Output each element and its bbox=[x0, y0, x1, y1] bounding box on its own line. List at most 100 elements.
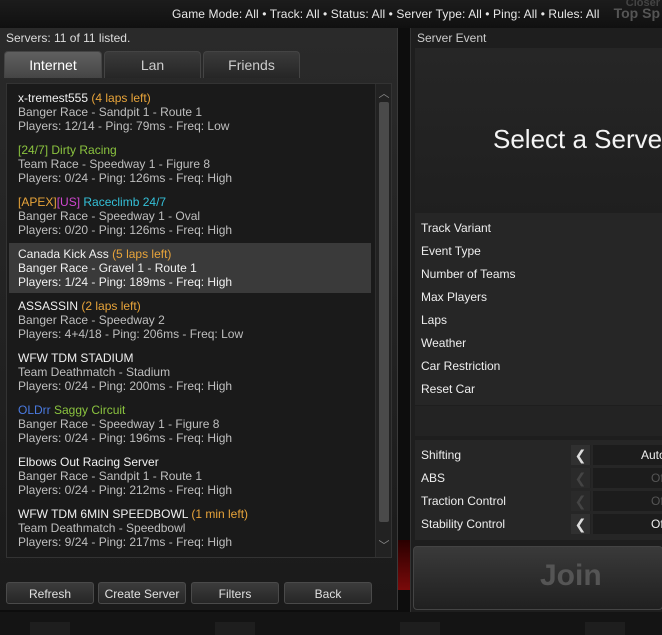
chevron-left-icon: ❮ bbox=[571, 468, 591, 488]
info-weather: Weather bbox=[421, 336, 467, 350]
server-list-item[interactable]: ASSASSIN (2 laps left) Banger Race - Spee… bbox=[9, 295, 371, 345]
chevron-left-icon: ❮ bbox=[571, 491, 591, 511]
server-details: Banger Race - Speedway 2 bbox=[18, 313, 165, 327]
server-list-item[interactable]: Canada Kick Ass (5 laps left) Banger Race… bbox=[9, 243, 371, 293]
server-name-part: Canada Kick Ass bbox=[18, 247, 113, 261]
server-status: Players: 1/24 - Ping: 189ms - Freq: High bbox=[18, 275, 233, 289]
scrollbar[interactable]: ︿ ﹀ bbox=[375, 84, 391, 557]
background-accent bbox=[398, 540, 410, 590]
server-status: Players: 9/24 - Ping: 217ms - Freq: High bbox=[18, 535, 233, 549]
server-name-part: (1 min left) bbox=[191, 507, 249, 521]
info-event-type: Event Type bbox=[421, 244, 481, 258]
server-details: Team Deathmatch - Speedbowl bbox=[18, 521, 186, 535]
server-list-item[interactable]: WFW TDM 6MIN SPEEDBOWL (1 min left) Team … bbox=[9, 503, 371, 553]
setting-label: Stability Control bbox=[421, 517, 506, 531]
server-event-panel: Server Event Select a Server. Track Vari… bbox=[410, 28, 662, 612]
driving-settings: Shifting ❮ Automatic ABS ❮ Off Traction … bbox=[415, 440, 662, 540]
setting-value: Automatic bbox=[593, 445, 662, 465]
bottom-buttons: Refresh Create Server Filters Back bbox=[0, 582, 398, 606]
server-name-part: x-tremest555 bbox=[18, 91, 92, 105]
setting-label: Shifting bbox=[421, 448, 462, 462]
server-status: Players: 0/24 - Ping: 126ms - Freq: High bbox=[18, 171, 233, 185]
top-filter-bar: Game Mode: All • Track: All • Status: Al… bbox=[0, 0, 662, 28]
server-status: Players: 0/20 - Ping: 126ms - Freq: High bbox=[18, 223, 233, 237]
server-name-part: OLDrr bbox=[18, 403, 51, 417]
server-name: Canada Kick Ass (5 laps left) bbox=[18, 247, 371, 261]
filter-summary[interactable]: Game Mode: All • Track: All • Status: Al… bbox=[172, 7, 599, 21]
server-name: Elbows Out Racing Server bbox=[18, 455, 371, 469]
server-status: Players: 0/24 - Ping: 212ms - Freq: High bbox=[18, 483, 233, 497]
chevron-left-icon[interactable]: ❮ bbox=[571, 445, 591, 465]
server-details: Team Deathmatch - Stadium bbox=[18, 365, 171, 379]
server-status: Players: 4+4/18 - Ping: 206ms - Freq: Lo… bbox=[18, 327, 244, 341]
server-name-part: WFW TDM 6MIN SPEEDBOWL bbox=[18, 507, 192, 521]
setting-abs: ABS ❮ Off bbox=[415, 467, 662, 489]
server-name-part: Raceclimb 24/7 bbox=[80, 195, 167, 209]
server-name: WFW TDM 6MIN SPEEDBOWL (1 min left) bbox=[18, 507, 371, 521]
info-reset-car: Reset Car bbox=[421, 382, 476, 396]
scroll-down-icon[interactable]: ﹀ bbox=[378, 540, 390, 552]
server-name: WFW TDM STADIUM bbox=[18, 351, 371, 365]
event-info-box: Track Variant Event Type Number of Teams… bbox=[415, 213, 662, 405]
server-list-item[interactable]: OLDrr Saggy Circuit Banger Race - Speedwa… bbox=[9, 399, 371, 449]
tab-friends[interactable]: Friends bbox=[203, 51, 300, 78]
server-details: Banger Race - Speedway 1 - Oval bbox=[18, 209, 201, 223]
server-name-part: (5 laps left) bbox=[112, 247, 172, 261]
chevron-left-icon[interactable]: ❮ bbox=[571, 514, 591, 534]
setting-stability-control: Stability Control ❮ Off bbox=[415, 513, 662, 535]
server-list-item[interactable]: [APEX][US] Raceclimb 24/7 Banger Race - S… bbox=[9, 191, 371, 241]
info-laps: Laps bbox=[421, 313, 448, 327]
server-list-item[interactable]: Elbows Out Racing Server Banger Race - Sa… bbox=[9, 451, 371, 501]
server-details: Banger Race - Speedway 1 - Figure 8 bbox=[18, 417, 220, 431]
server-name: [APEX][US] Raceclimb 24/7 bbox=[18, 195, 371, 209]
server-list-item[interactable]: WFW TDM STADIUM Team Deathmatch - Stadium… bbox=[9, 347, 371, 397]
server-list-item[interactable]: [24/7] Dirty Racing Team Race - Speedway … bbox=[9, 139, 371, 189]
server-list: x-tremest555 (4 laps left) Banger Race - … bbox=[6, 83, 392, 558]
create-server-button[interactable]: Create Server bbox=[98, 582, 186, 604]
setting-label: ABS bbox=[421, 471, 446, 485]
server-name-part: Elbows Out Racing Server bbox=[18, 455, 159, 469]
scroll-up-icon[interactable]: ︿ bbox=[378, 88, 390, 100]
setting-shifting: Shifting ❮ Automatic bbox=[415, 444, 662, 466]
info-number-of-teams: Number of Teams bbox=[421, 267, 516, 281]
server-list-item[interactable]: x-tremest555 (4 laps left) Banger Race - … bbox=[9, 87, 371, 137]
server-name-part: WFW TDM STADIUM bbox=[18, 351, 134, 365]
server-status: Players: 0/24 - Ping: 196ms - Freq: High bbox=[18, 431, 233, 445]
server-name-part: (2 laps left) bbox=[81, 299, 141, 313]
server-event-title: Server Event bbox=[417, 31, 487, 45]
server-name-part: [24/7] Dirty Racing bbox=[18, 143, 117, 157]
info-car-restriction: Car Restriction bbox=[421, 359, 501, 373]
setting-traction-control: Traction Control ❮ Off bbox=[415, 490, 662, 512]
servers-count: Servers: 11 of 11 listed. bbox=[6, 31, 131, 45]
server-status: Players: 0/24 - Ping: 200ms - Freq: High bbox=[18, 379, 233, 393]
setting-label: Traction Control bbox=[421, 494, 506, 508]
tab-internet[interactable]: Internet bbox=[4, 51, 102, 78]
setting-value: Off bbox=[593, 491, 662, 511]
refresh-button[interactable]: Refresh bbox=[6, 582, 94, 604]
tab-lan[interactable]: Lan bbox=[104, 51, 201, 78]
corner-label: Closer Top Sp bbox=[614, 0, 660, 21]
bottom-strip bbox=[0, 612, 662, 635]
divider bbox=[415, 406, 662, 436]
server-details: Banger Race - Sandpit 1 - Route 1 bbox=[18, 105, 203, 119]
info-track-variant: Track Variant bbox=[421, 221, 492, 235]
corner-label-bottom: Top Sp bbox=[613, 5, 660, 21]
server-name: ASSASSIN (2 laps left) bbox=[18, 299, 371, 313]
server-details: Team Race - Speedway 1 - Figure 8 bbox=[18, 157, 211, 171]
join-button[interactable]: Join bbox=[413, 546, 662, 610]
server-name: x-tremest555 (4 laps left) bbox=[18, 91, 371, 105]
filters-button[interactable]: Filters bbox=[191, 582, 279, 604]
setting-value: Off bbox=[593, 468, 662, 488]
server-details: Banger Race - Gravel 1 - Route 1 bbox=[18, 261, 197, 275]
join-label: Join bbox=[540, 559, 602, 592]
server-details: Banger Race - Sandpit 1 - Route 1 bbox=[18, 469, 203, 483]
server-name-part: (4 laps left) bbox=[91, 91, 151, 105]
select-server-message: Select a Server. bbox=[493, 124, 662, 154]
server-name: OLDrr Saggy Circuit bbox=[18, 403, 371, 417]
server-name-part: Saggy Circuit bbox=[50, 403, 126, 417]
server-name: [24/7] Dirty Racing bbox=[18, 143, 371, 157]
info-max-players: Max Players bbox=[421, 290, 488, 304]
scroll-thumb[interactable] bbox=[379, 102, 389, 522]
back-button[interactable]: Back bbox=[284, 582, 372, 604]
server-name-part: [APEX] bbox=[18, 195, 57, 209]
